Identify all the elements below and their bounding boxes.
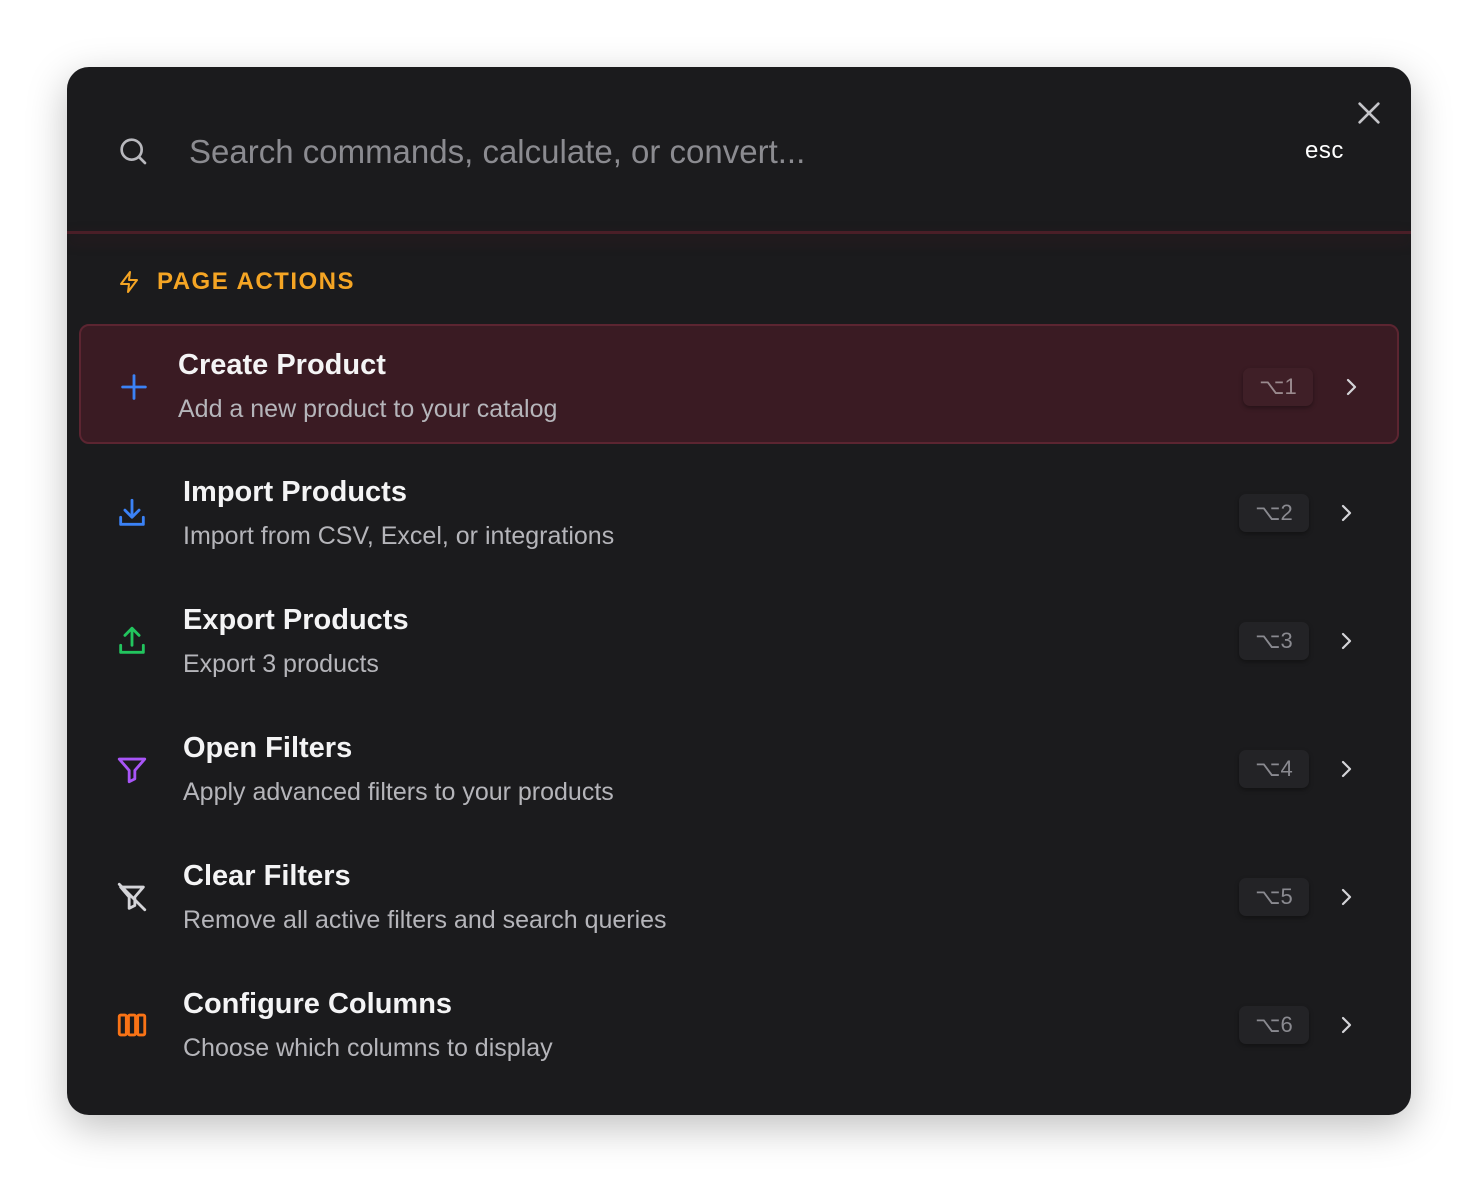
- action-title: Export Products: [183, 604, 409, 636]
- bolt-icon: [120, 271, 138, 293]
- section-header: PAGE ACTIONS: [117, 265, 355, 299]
- download-icon: [119, 498, 145, 526]
- shortcut-badge: ⌥1: [1243, 368, 1313, 406]
- chevron-right-icon: [1341, 504, 1352, 522]
- action-item-clear-filters[interactable]: Clear Filters Remove all active filters …: [79, 836, 1399, 956]
- action-item-export-products[interactable]: Export Products Export 3 products ⌥3: [79, 580, 1399, 700]
- action-title: Import Products: [183, 476, 407, 508]
- action-title: Clear Filters: [183, 860, 351, 892]
- filter-icon: [117, 757, 147, 784]
- search-bar: esc: [67, 67, 1411, 233]
- shortcut-badge: ⌥3: [1239, 622, 1309, 660]
- action-subtitle: Apply advanced filters to your products: [183, 778, 614, 806]
- action-item-configure-columns[interactable]: Configure Columns Choose which columns t…: [79, 964, 1399, 1084]
- shortcut-badge: ⌥4: [1239, 750, 1309, 788]
- close-button[interactable]: [1353, 97, 1385, 129]
- command-palette: esc PAGE ACTIONS Create Product Add a ne…: [67, 67, 1411, 1115]
- action-title: Open Filters: [183, 732, 353, 764]
- shortcut-badge: ⌥5: [1239, 878, 1309, 916]
- close-icon: [1358, 102, 1380, 124]
- chevron-right-icon: [1341, 888, 1352, 906]
- shortcut-badge: ⌥6: [1239, 1006, 1309, 1044]
- action-subtitle: Choose which columns to display: [183, 1034, 553, 1062]
- action-subtitle: Export 3 products: [183, 650, 379, 678]
- action-item-open-filters[interactable]: Open Filters Apply advanced filters to y…: [79, 708, 1399, 828]
- columns-icon: [117, 1013, 147, 1037]
- filter-off-icon: [117, 882, 147, 912]
- search-icon: [120, 138, 147, 165]
- action-item-import-products[interactable]: Import Products Import from CSV, Excel, …: [79, 452, 1399, 572]
- chevron-right-icon: [1341, 632, 1352, 650]
- chevron-right-icon: [1341, 760, 1352, 778]
- action-subtitle: Remove all active filters and search que…: [183, 906, 667, 934]
- chevron-right-icon: [1346, 378, 1357, 396]
- upload-icon: [119, 626, 145, 654]
- action-title: Configure Columns: [183, 988, 453, 1020]
- search-divider: [67, 231, 1411, 234]
- action-subtitle: Import from CSV, Excel, or integrations: [183, 522, 615, 550]
- shortcut-badge: ⌥2: [1239, 494, 1309, 532]
- section-title: PAGE ACTIONS: [157, 268, 356, 295]
- esc-hint: esc: [1305, 137, 1344, 164]
- search-input[interactable]: [189, 127, 1189, 177]
- action-title: Create Product: [178, 349, 386, 381]
- chevron-right-icon: [1341, 1016, 1352, 1034]
- action-subtitle: Add a new product to your catalog: [178, 395, 558, 423]
- plus-icon: [121, 374, 147, 400]
- action-item-create-product[interactable]: Create Product Add a new product to your…: [79, 324, 1399, 444]
